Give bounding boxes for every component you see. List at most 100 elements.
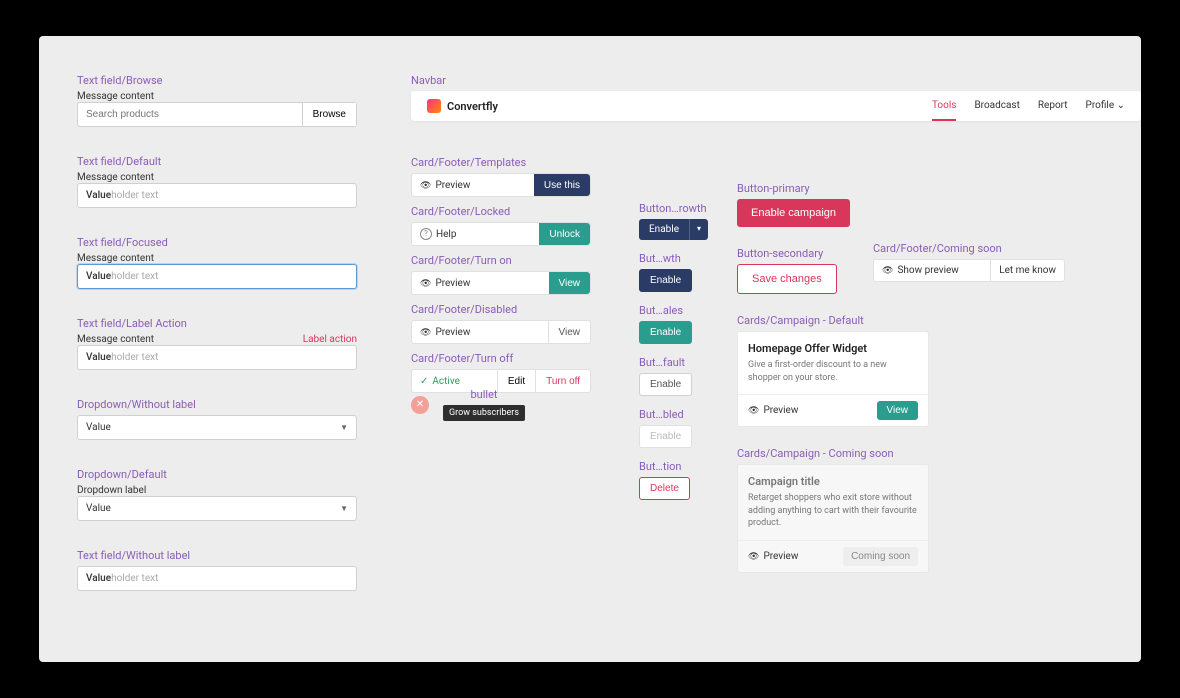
field-label: Dropdown label [77,485,357,496]
view-button[interactable]: View [877,401,919,420]
section-label: But…bled [639,408,719,421]
field-label: Message content [77,172,357,183]
textfield-focused[interactable]: Valueholder text [77,264,357,289]
save-changes-button[interactable]: Save changes [737,264,837,294]
nav-items: Tools Broadcast Report Profile ⌄ [932,92,1125,121]
check-icon [420,376,428,387]
section-label: Text field/Browse [77,74,357,87]
enable-button-default[interactable]: Enable [639,373,692,396]
section-label: Card/Footer/Locked [411,205,591,218]
section-label: But…ales [639,304,719,317]
section-label: Cards/Campaign - Coming soon [737,447,929,460]
section-label: Card/Footer/Templates [411,156,591,169]
bullet-block: ✕ bullet Grow subscribers [411,388,591,421]
section-label: Navbar [411,74,1141,87]
input-value: Valueholder text [78,184,166,207]
card-footer-turnon: Preview View [411,271,591,295]
dropdown-value: Value [86,503,111,514]
nav-item-profile[interactable]: Profile ⌄ [1086,92,1125,121]
design-canvas: Text field/Browse Message content Browse… [39,36,1141,662]
section-label: Dropdown/Without label [77,398,357,411]
campaign-desc: Give a first-order discount to a new sho… [748,359,918,384]
input-value: Valueholder text [78,346,166,369]
preview-link[interactable]: Preview [748,405,798,416]
campaign-desc: Retarget shoppers who exit store without… [748,492,918,530]
section-label: Text field/Label Action [77,317,357,330]
left-column: Text field/Browse Message content Browse… [77,74,357,619]
unlock-button[interactable]: Unlock [539,223,590,245]
section-label: Text field/Default [77,155,357,168]
enable-campaign-button[interactable]: Enable campaign [737,199,850,227]
dropdown-default[interactable]: Value ▼ [77,496,357,521]
enable-button-growth[interactable]: Enable [639,269,692,292]
dropdown-nolabel-block: Dropdown/Without label Value ▼ [77,398,357,440]
section-label: Text field/Focused [77,236,357,249]
card-footers-column: Card/Footer/Templates Preview Use this C… [411,156,591,401]
card-footer-comingsoon-block: Card/Footer/Coming soon Show preview Let… [873,242,1065,282]
chevron-down-icon: ▼ [340,423,348,432]
navbar: Convertfly Tools Broadcast Report Profil… [411,91,1141,121]
section-label: Card/Footer/Disabled [411,303,591,316]
textfield-default[interactable]: Valueholder text [77,183,357,208]
tooltip: Grow subscribers [443,405,525,421]
view-button-disabled: View [548,321,591,343]
enable-button-sales[interactable]: Enable [639,321,692,344]
delete-button[interactable]: Delete [639,477,690,500]
section-label: Button-primary [737,182,929,195]
textfield-labelaction-block: Text field/Label Action Message content … [77,317,357,370]
input-value: Valueholder text [78,567,166,590]
card-footer-templates: Preview Use this [411,173,591,197]
status-preview[interactable]: Preview [420,327,470,338]
preview-link[interactable]: Preview [748,551,798,562]
dropdown-nolabel[interactable]: Value ▼ [77,415,357,440]
eye-icon [420,327,431,338]
textfield-focused-block: Text field/Focused Message content Value… [77,236,357,289]
brand-name: Convertfly [447,100,498,113]
navbar-block: Navbar Convertfly Tools Broadcast Report… [411,74,1141,121]
logo-icon [427,99,441,113]
let-me-know-button[interactable]: Let me know [990,259,1065,282]
textfield-browse: Browse [77,102,357,127]
chevron-down-icon: ▼ [340,504,348,513]
show-preview-link[interactable]: Show preview [873,259,990,282]
eye-icon [882,265,893,276]
textfield-nolabel[interactable]: Valueholder text [77,566,357,591]
campaign-card-coming: Campaign title Retarget shoppers who exi… [737,464,929,573]
field-label: Message content Label action [77,334,357,345]
enable-split-button[interactable]: Enable ▾ [639,219,708,240]
use-this-button[interactable]: Use this [534,174,590,196]
section-label: But…tion [639,460,719,473]
coming-soon-button: Coming soon [843,547,918,566]
textfield-labelaction[interactable]: Valueholder text [77,345,357,370]
status-preview[interactable]: Preview [420,278,470,289]
dropdown-value: Value [86,422,111,433]
nav-item-broadcast[interactable]: Broadcast [974,92,1019,121]
view-button[interactable]: View [549,272,591,294]
section-label: Cards/Campaign - Default [737,314,929,327]
nav-item-tools[interactable]: Tools [932,92,956,121]
section-label: But…fault [639,356,719,369]
nav-item-report[interactable]: Report [1038,92,1068,121]
dropdown-default-block: Dropdown/Default Dropdown label Value ▼ [77,468,357,521]
eye-icon [420,180,431,191]
campaign-title: Homepage Offer Widget [748,342,918,355]
chevron-down-icon[interactable]: ▾ [689,219,708,240]
search-input[interactable] [78,103,302,126]
bullet-tooltip-wrap: bullet Grow subscribers [443,388,525,421]
textfield-nolabel-block: Text field/Without label Valueholder tex… [77,549,357,591]
browse-button[interactable]: Browse [302,103,356,126]
field-label: Message content [77,91,357,102]
section-label: Text field/Without label [77,549,357,562]
input-value: Valueholder text [78,265,166,288]
eye-icon [748,551,759,562]
section-label: bullet [443,388,525,401]
status-preview[interactable]: Preview [420,180,470,191]
enable-button-disabled: Enable [639,425,692,448]
label-action-link[interactable]: Label action [303,334,357,345]
solo-buttons-column: Button…rowth Enable ▾ But…wth Enable But… [639,202,719,508]
status-active: Active [420,376,460,387]
eye-icon [748,405,759,416]
eye-icon [420,278,431,289]
status-help[interactable]: Help [420,228,456,240]
close-icon[interactable]: ✕ [411,396,429,414]
